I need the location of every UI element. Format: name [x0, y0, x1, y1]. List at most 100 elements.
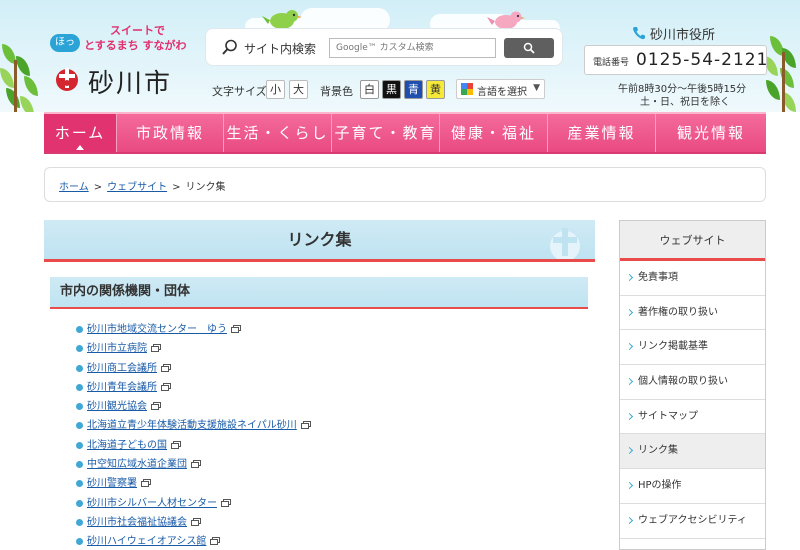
bg-yellow-button[interactable]: 黄 [426, 80, 445, 99]
list-item: 砂川ハイウェイオアシス館 [76, 532, 576, 550]
bg-blue-button[interactable]: 青 [404, 80, 423, 99]
nav-tourism[interactable]: 観光情報 [656, 114, 766, 152]
chevron-right-icon [625, 378, 634, 386]
link-item[interactable]: 砂川市地域交流センター ゆう [87, 324, 227, 335]
bullet-icon [76, 499, 83, 507]
hotto-badge: ほっ [50, 34, 80, 52]
link-item[interactable]: 砂川商工会議所 [87, 363, 157, 374]
sidebar-item[interactable]: リンク掲載基準 [620, 330, 765, 366]
tagline-line1: スイートで [110, 24, 165, 37]
new-window-icon [191, 460, 201, 469]
bullet-icon [76, 422, 83, 430]
breadcrumb-current: リンク集 [185, 182, 226, 193]
link-item[interactable]: 中空知広域水道企業団 [87, 459, 187, 470]
link-item[interactable]: 北海道立青少年体験活動支援施設ネイパル砂川 [87, 420, 297, 431]
list-item: 砂川商工会議所 [76, 359, 576, 378]
font-large-button[interactable]: 大 [289, 80, 308, 99]
font-small-button[interactable]: 小 [266, 80, 285, 99]
nav-home[interactable]: ホーム [44, 114, 117, 152]
sidebar-item[interactable]: 免責事項 [620, 261, 765, 296]
page-title: リンク集 [44, 220, 595, 262]
list-item: 砂川市シルバー人材センター [76, 494, 576, 513]
chevron-right-icon [625, 516, 634, 524]
city-name: 砂川市 [88, 69, 173, 99]
office-closed-days: 土・日、祝日を除く [640, 97, 730, 108]
new-window-icon [300, 421, 311, 430]
nav-childcare-education[interactable]: 子育て・教育 [332, 114, 440, 152]
bg-black-button[interactable]: 黒 [382, 80, 401, 99]
new-window-icon [161, 382, 171, 391]
list-item: 中空知広域水道企業団 [76, 455, 576, 474]
bg-color-label: 背景色 [320, 85, 353, 98]
list-item: 砂川青年会議所 [76, 378, 576, 397]
site-logo[interactable]: スイートで ほっ とするまち すながわ 砂川市 [50, 22, 200, 102]
bullet-icon [76, 461, 83, 469]
chevron-right-icon [625, 308, 634, 316]
site-search: サイト内検索 [205, 28, 563, 66]
chevron-right-icon [625, 343, 634, 351]
sidebar-item[interactable]: 著作権の取り扱い [620, 296, 765, 331]
sidebar-item[interactable]: 個人情報の取り扱い [620, 365, 765, 400]
nav-life[interactable]: 生活・くらし [224, 114, 332, 152]
link-item[interactable]: 砂川青年会議所 [87, 382, 157, 393]
bullet-icon [76, 326, 83, 333]
sidebar-item[interactable]: リンク集 [620, 434, 765, 470]
sidebar-item-label: 個人情報の取り扱い [638, 376, 728, 388]
sidebar: ウェブサイト 免責事項 著作権の取り扱い リンク掲載基準 個人情報の取り扱い サイトマッ… [619, 220, 766, 550]
breadcrumb: ホーム > ウェブサイト > リンク集 [44, 167, 766, 202]
link-item[interactable]: 砂川市社会福祉協議会 [87, 517, 187, 528]
font-size-label: 文字サイズ [212, 85, 267, 98]
bullet-icon [76, 364, 83, 372]
city-emblem-icon [56, 68, 78, 91]
list-item: 北海道立青少年体験活動支援施設ネイパル砂川 [76, 416, 576, 435]
sidebar-item-label: 免責事項 [638, 272, 678, 283]
new-window-icon [151, 402, 161, 411]
global-nav: ホーム 市政情報 生活・くらし 子育て・教育 健康・福祉 産業情報 観光情報 [44, 112, 766, 154]
sidebar-item-label: サイトマップ [638, 410, 698, 422]
sidebar-item[interactable]: サイトマップ [620, 400, 765, 435]
chevron-right-icon [625, 273, 634, 282]
bullet-icon [76, 480, 83, 488]
bg-white-button[interactable]: 白 [360, 80, 379, 99]
search-button[interactable] [504, 38, 554, 58]
office-name: 砂川市役所 [650, 28, 716, 43]
chevron-down-icon: ▼ [533, 83, 540, 93]
nav-city-government[interactable]: 市政情報 [117, 114, 224, 152]
new-window-icon [210, 537, 221, 546]
sidebar-item-label: 著作権の取り扱い [638, 306, 718, 318]
list-item: 砂川観光協会 [76, 397, 576, 416]
link-item[interactable]: 砂川観光協会 [87, 401, 147, 412]
tel-label: 電話番号 [593, 58, 630, 68]
new-window-icon [141, 479, 151, 488]
sidebar-item[interactable]: ウェブアクセシビリティ [620, 504, 765, 539]
site-header: スイートで ほっ とするまち すながわ 砂川市 サイト内検索 文字サイズ 小 大 [0, 0, 800, 112]
new-window-icon [151, 344, 161, 353]
link-list: 砂川市地域交流センター ゆう 砂川市立病院 砂川商工会議所 砂川青年会議所 砂川観光協会… [76, 320, 576, 550]
breadcrumb-website[interactable]: ウェブサイト [107, 182, 167, 193]
search-icon [523, 42, 535, 54]
link-item[interactable]: 砂川市シルバー人材センター [87, 498, 217, 509]
list-item: 砂川警察署 [76, 474, 576, 493]
new-window-icon [231, 325, 241, 333]
bullet-icon [76, 441, 83, 449]
sidebar-item-label: HPの操作 [638, 480, 682, 492]
new-window-icon [191, 517, 201, 526]
breadcrumb-home[interactable]: ホーム [59, 182, 89, 193]
bullet-icon [76, 538, 83, 546]
search-label: サイト内検索 [244, 42, 317, 56]
language-select[interactable]: 言語を選択 ▼ [456, 79, 545, 99]
bullet-icon [76, 403, 83, 411]
tel-number[interactable]: 0125-54-2121 [636, 50, 768, 70]
sidebar-item[interactable]: HPの操作 [620, 469, 765, 504]
link-item[interactable]: 砂川警察署 [87, 478, 137, 489]
link-item[interactable]: 砂川ハイウェイオアシス館 [87, 536, 206, 547]
search-input[interactable] [329, 38, 496, 58]
bullet-icon [76, 383, 83, 391]
chevron-right-icon [625, 482, 634, 490]
list-item: 砂川市立病院 [76, 339, 576, 358]
nav-industry[interactable]: 産業情報 [548, 114, 656, 152]
list-item: 砂川市社会福祉協議会 [76, 513, 576, 532]
link-item[interactable]: 砂川市立病院 [87, 343, 147, 354]
nav-health-welfare[interactable]: 健康・福祉 [440, 114, 548, 152]
link-item[interactable]: 北海道子どもの国 [87, 440, 167, 451]
